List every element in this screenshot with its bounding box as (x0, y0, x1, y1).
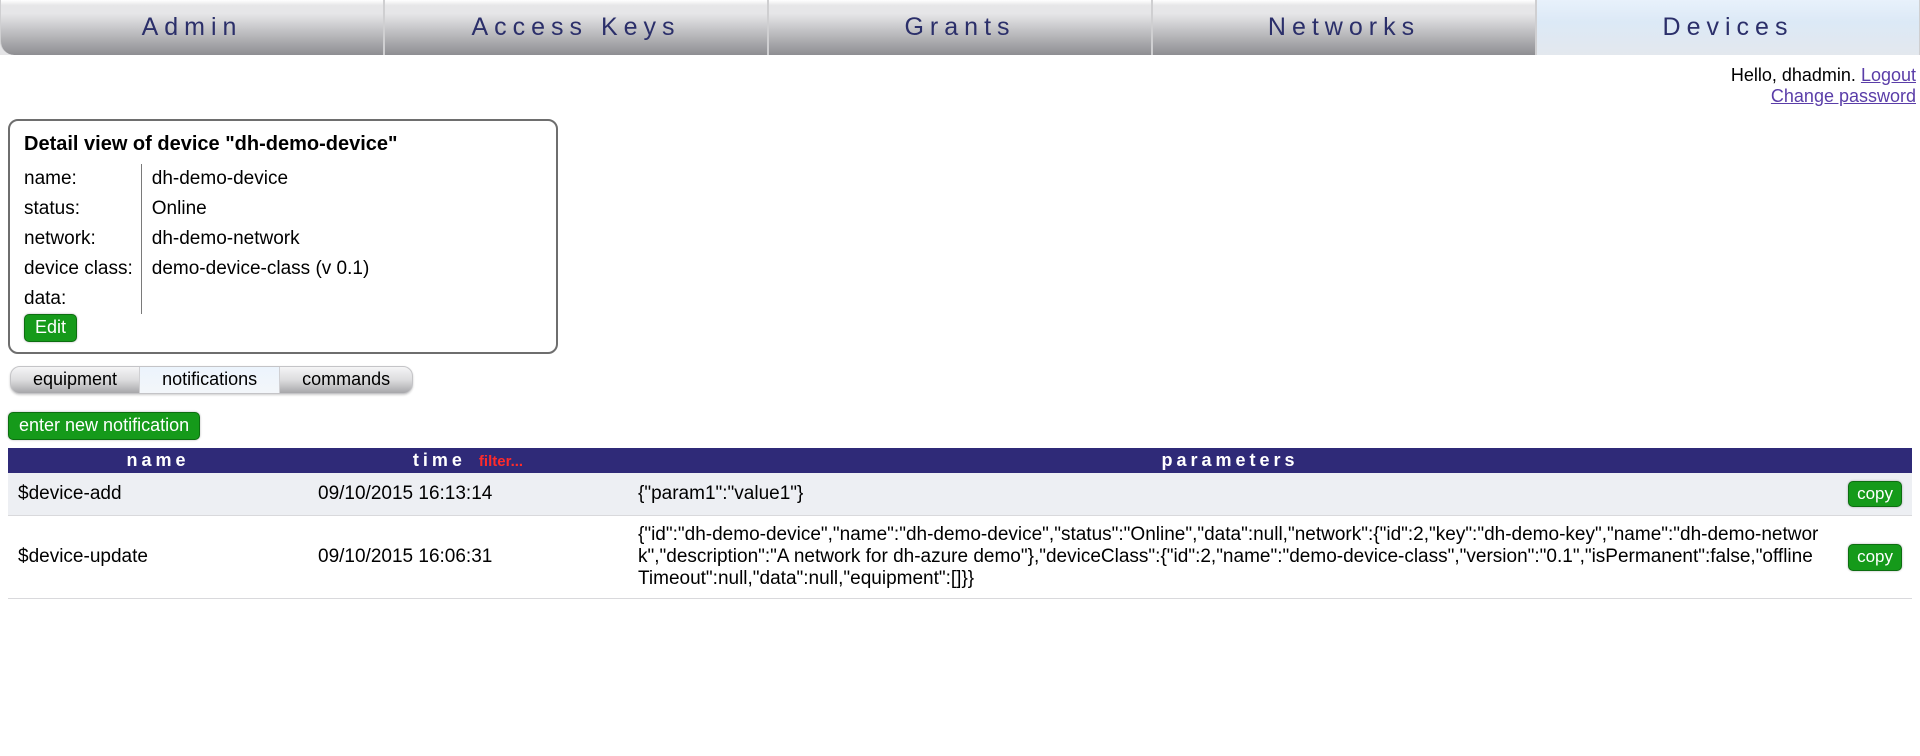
notifications-table: name time filter... parameters $device-a… (8, 448, 1912, 600)
field-name-value: dh-demo-device (141, 164, 379, 194)
tab-grants[interactable]: Grants (768, 0, 1152, 55)
change-password-link[interactable]: Change password (1771, 86, 1916, 106)
column-header-name[interactable]: name (8, 448, 308, 473)
detail-title: Detail view of device "dh-demo-device" (24, 133, 542, 156)
action-bar: enter new notification (8, 412, 1920, 440)
cell-parameters: {"id":"dh-demo-device","name":"dh-demo-d… (628, 516, 1832, 599)
cell-parameters: {"param1":"value1"} (628, 473, 1832, 516)
table-row: $device-add09/10/2015 16:13:14{"param1":… (8, 473, 1912, 516)
tab-access-keys[interactable]: Access Keys (384, 0, 768, 55)
user-bar: Hello, dhadmin. Logout Change password (0, 55, 1920, 111)
field-name-label: name: (24, 164, 141, 194)
cell-name: $device-add (8, 473, 308, 516)
enter-new-notification-button[interactable]: enter new notification (8, 412, 200, 440)
greeting-prefix: Hello, (1731, 65, 1782, 85)
subtab-commands[interactable]: commands (280, 367, 412, 393)
device-detail-panel: Detail view of device "dh-demo-device" n… (8, 119, 558, 354)
field-data-label: data: (24, 284, 141, 314)
field-device-class-value: demo-device-class (v 0.1) (141, 254, 379, 284)
cell-time: 09/10/2015 16:13:14 (308, 473, 628, 516)
field-status-value: Online (141, 194, 379, 224)
time-filter-link[interactable]: filter... (479, 453, 523, 470)
column-header-time[interactable]: time filter... (308, 448, 628, 473)
field-data-value (141, 284, 379, 314)
tab-networks[interactable]: Networks (1152, 0, 1536, 55)
tab-admin[interactable]: Admin (0, 0, 384, 55)
cell-time: 09/10/2015 16:06:31 (308, 516, 628, 599)
edit-button[interactable]: Edit (24, 314, 77, 342)
logout-link[interactable]: Logout (1861, 65, 1916, 85)
copy-button[interactable]: copy (1848, 481, 1902, 508)
subtab-notifications[interactable]: notifications (140, 367, 280, 393)
field-network-label: network: (24, 224, 141, 254)
username: dhadmin (1782, 65, 1851, 85)
column-header-parameters[interactable]: parameters (628, 448, 1832, 473)
cell-name: $device-update (8, 516, 308, 599)
top-navigation: Admin Access Keys Grants Networks Device… (0, 0, 1920, 55)
field-network-value: dh-demo-network (141, 224, 379, 254)
detail-fields-table: name: dh-demo-device status: Online netw… (24, 164, 379, 314)
field-device-class-label: device class: (24, 254, 141, 284)
field-status-label: status: (24, 194, 141, 224)
column-header-time-text: time (413, 450, 466, 470)
copy-button[interactable]: copy (1848, 544, 1902, 571)
subtab-equipment[interactable]: equipment (11, 367, 140, 393)
sub-tabs: equipment notifications commands (10, 366, 413, 394)
cell-actions: copy (1832, 473, 1912, 516)
cell-actions: copy (1832, 516, 1912, 599)
tab-devices[interactable]: Devices (1536, 0, 1920, 55)
table-row: $device-update09/10/2015 16:06:31{"id":"… (8, 516, 1912, 599)
column-header-actions (1832, 448, 1912, 473)
